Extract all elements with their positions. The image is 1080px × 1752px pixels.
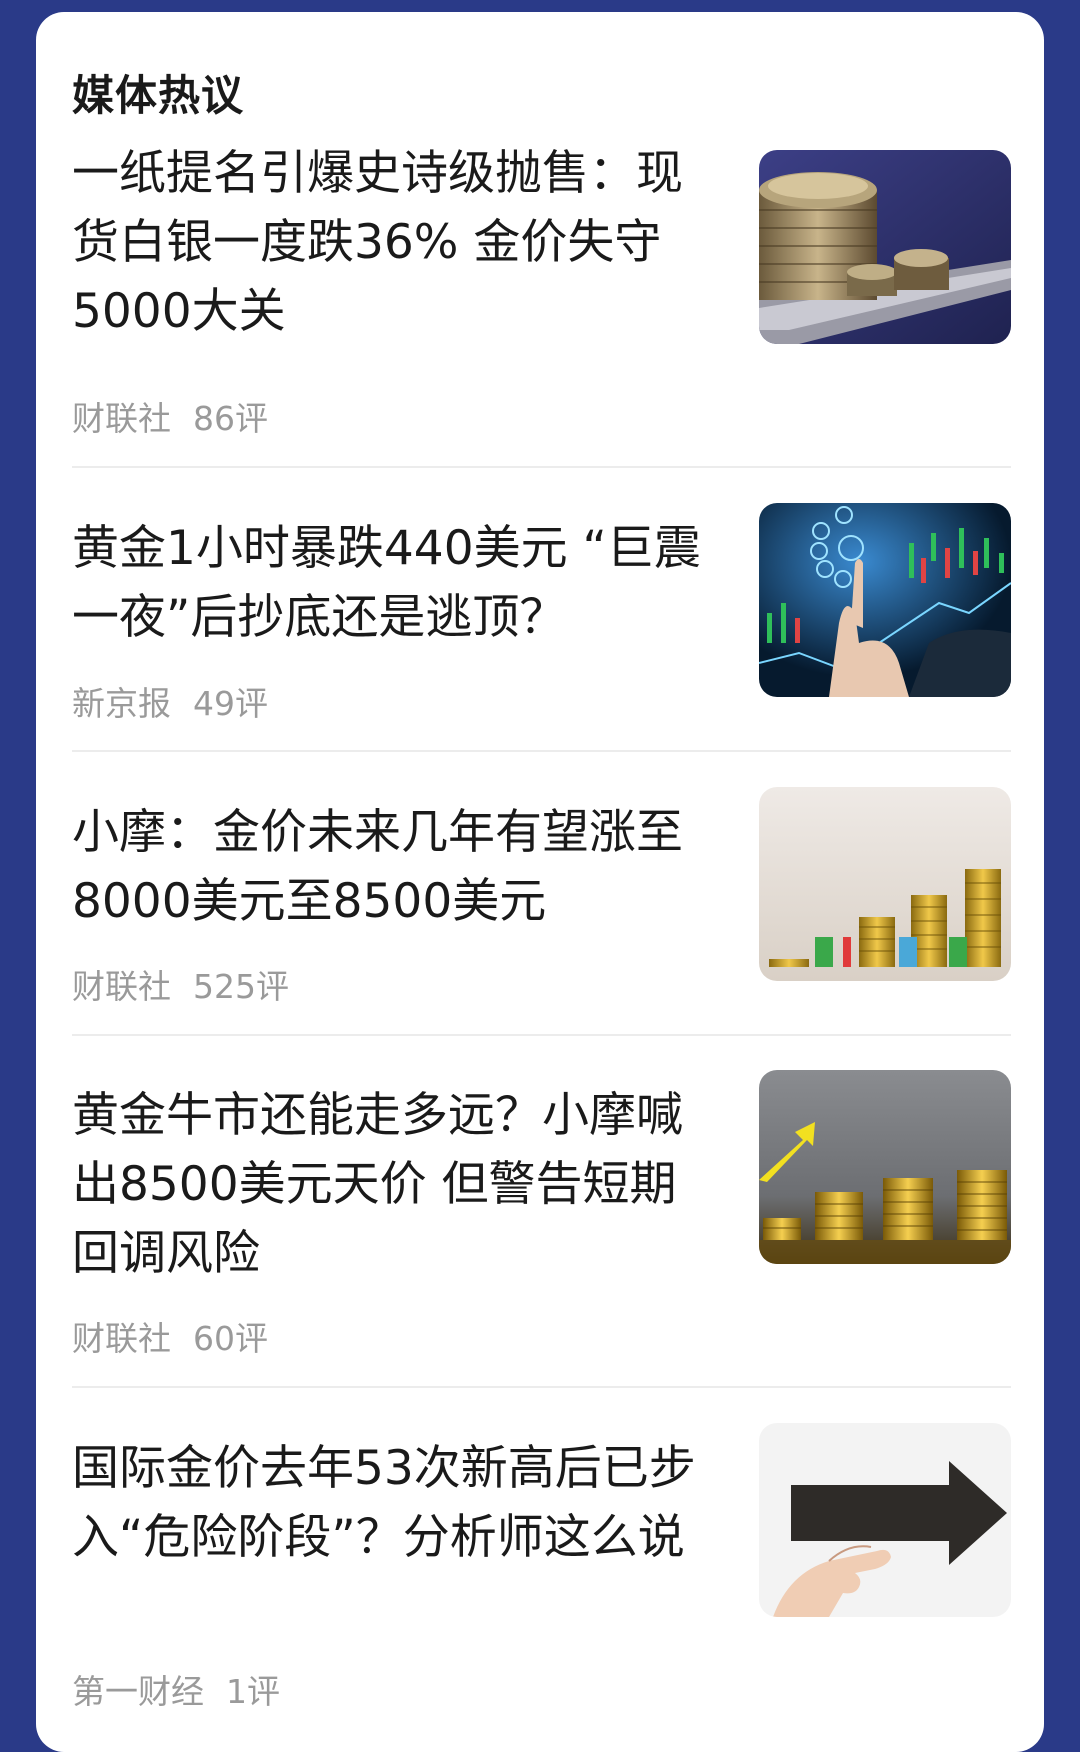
finance-chart-hand-image[interactable] <box>759 503 1011 697</box>
comment-count[interactable]: 60评 <box>193 1319 268 1358</box>
news-headline[interactable]: 黄金1小时暴跌440美元 “巨震一夜”后抄底还是逃顶？ <box>72 514 712 652</box>
news-headline[interactable]: 国际金价去年53次新高后已步入“危险阶段”？分析师这么说 <box>72 1434 712 1572</box>
gold-coin-stacks-arrow-image[interactable] <box>759 1070 1011 1264</box>
news-headline[interactable]: 小摩：金价未来几年有望涨至8000美元至8500美元 <box>72 798 712 936</box>
divider <box>72 750 1011 752</box>
news-meta: 财联社 525评 <box>72 960 289 1008</box>
news-meta: 第一财经 1评 <box>72 1665 280 1713</box>
news-source: 财联社 <box>72 399 171 438</box>
news-meta: 财联社 86评 <box>72 392 268 440</box>
comment-count[interactable]: 49评 <box>193 684 268 723</box>
comment-count[interactable]: 525评 <box>193 967 289 1006</box>
news-headline[interactable]: 黄金牛市还能走多远？小摩喊出8500美元天价 但警告短期回调风险 <box>72 1081 712 1288</box>
news-source: 财联社 <box>72 1319 171 1358</box>
news-headline[interactable]: 一纸提名引爆史诗级抛售：现货白银一度跌36% 金价失守5000大关 <box>72 139 712 346</box>
news-source: 新京报 <box>72 684 171 723</box>
news-meta: 新京报 49评 <box>72 677 268 725</box>
news-source: 第一财经 <box>72 1672 204 1711</box>
divider <box>72 466 1011 468</box>
media-discussion-card: 媒体热议 一纸提名引爆史诗级抛售：现货白银一度跌36% 金价失守5000大关 财… <box>36 12 1044 1752</box>
hand-holding-arrow-image[interactable] <box>759 1423 1011 1617</box>
comment-count[interactable]: 1评 <box>226 1672 280 1711</box>
rise-coin-stacks-image[interactable] <box>759 787 1011 981</box>
section-title: 媒体热议 <box>72 71 245 120</box>
divider <box>72 1386 1011 1388</box>
coins-on-laptop-image[interactable] <box>759 150 1011 344</box>
news-source: 财联社 <box>72 967 171 1006</box>
news-meta: 财联社 60评 <box>72 1312 268 1360</box>
comment-count[interactable]: 86评 <box>193 399 268 438</box>
divider <box>72 1034 1011 1036</box>
